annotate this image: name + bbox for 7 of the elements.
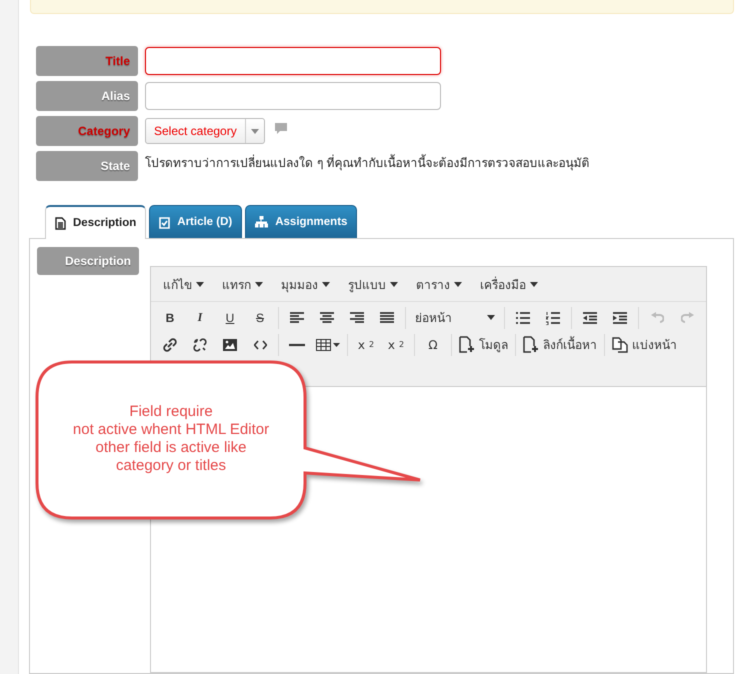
state-note: โปรดทราบว่าการเปลี่ยนแปลงใด ๆ ที่คุณทำกับเนื้อหานี้จะต้องมีการตรวจสอบและอนุมัติ xyxy=(145,153,590,172)
field-label: Alias xyxy=(36,81,138,111)
callout-text: Field require not active whent HTML Editor other field is active like category or titles xyxy=(72,403,270,475)
field-label: Category xyxy=(36,116,138,146)
field-label: State xyxy=(36,151,138,181)
field-label: Title xyxy=(36,46,138,76)
field-label: Description xyxy=(37,247,139,275)
